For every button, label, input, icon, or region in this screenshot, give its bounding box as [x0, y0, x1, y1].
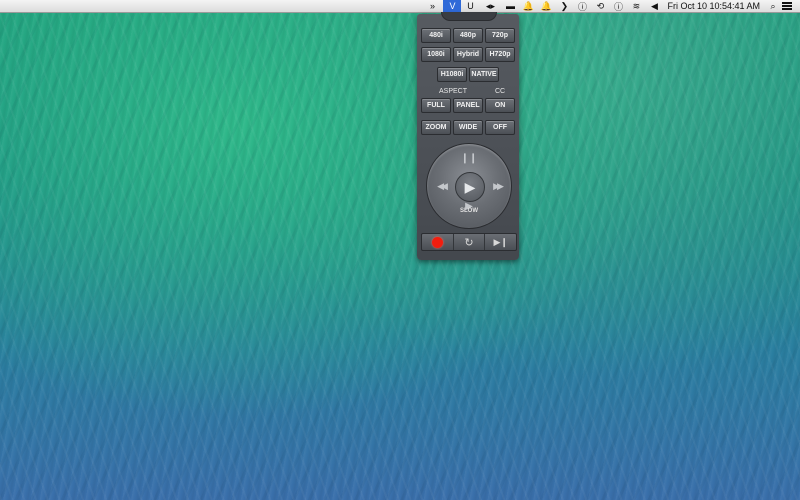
btn-h720p[interactable]: H720p	[485, 47, 515, 62]
btn-cc-off[interactable]: OFF	[485, 120, 515, 135]
panel-notch	[441, 12, 497, 21]
remote-panel: 480i 480p 720p 1080i Hybrid H720p H1080i…	[417, 12, 519, 260]
bottom-toolbar: ↻ ▶❙	[421, 233, 517, 251]
pause-icon[interactable]: ❙❙	[459, 148, 479, 168]
wifi-menu-icon[interactable]: ≋	[627, 0, 645, 12]
play-icon: ▶	[464, 178, 476, 195]
btn-cc-on[interactable]: ON	[485, 98, 515, 113]
forward-menu-icon[interactable]: »	[421, 0, 443, 12]
skip-button[interactable]: ▶❙	[485, 234, 516, 250]
record-button[interactable]	[422, 234, 454, 250]
bell-menu-icon[interactable]: 🔔	[519, 0, 537, 12]
chevron-menu-icon[interactable]: ❯	[555, 0, 573, 12]
desktop-wallpaper	[0, 0, 800, 500]
cc-label: CC	[495, 88, 506, 95]
btn-480i[interactable]: 480i	[421, 28, 451, 43]
btn-zoom[interactable]: ZOOM	[421, 120, 451, 135]
search-icon[interactable]: ⌕	[764, 0, 782, 12]
btn-720p[interactable]: 720p	[485, 28, 515, 43]
play-button[interactable]: ▶	[455, 172, 485, 202]
menu-bar: » V U ◂▸ ▬ 🔔 🔔 ❯ ⓘ ⟲ ⓘ ≋ ◀ Fri Oct 10 10…	[0, 0, 800, 13]
aspect-label: ASPECT	[439, 88, 468, 95]
btn-wide[interactable]: WIDE	[453, 120, 483, 135]
btn-1080i[interactable]: 1080i	[421, 47, 451, 62]
info-menu-icon[interactable]: ⓘ	[573, 0, 591, 12]
resize-menu-icon[interactable]: ◂▸	[479, 0, 501, 12]
skip-icon: ▶❙	[493, 236, 508, 247]
fast-forward-icon[interactable]: ▶▶	[485, 176, 509, 196]
clock[interactable]: Fri Oct 10 10:54:41 AM	[663, 1, 764, 11]
transport-dial: ❙❙ ◀◀ ▶▶ ▶ ▶ SLOW	[426, 143, 512, 229]
notification-center-icon[interactable]	[782, 0, 794, 12]
time-machine-menu-icon[interactable]: ⟲	[591, 0, 609, 12]
btn-480p[interactable]: 480p	[453, 28, 483, 43]
btn-native[interactable]: NATIVE	[469, 67, 499, 82]
btn-full[interactable]: FULL	[421, 98, 451, 113]
replay-icon: ↻	[464, 236, 474, 249]
btn-hybrid[interactable]: Hybrid	[453, 47, 483, 62]
btn-panel[interactable]: PANEL	[453, 98, 483, 113]
notification-menu-icon[interactable]: 🔔	[537, 0, 555, 12]
slow-label: SLOW	[460, 208, 478, 214]
replay-button[interactable]: ↻	[454, 234, 486, 250]
rewind-icon[interactable]: ◀◀	[429, 176, 453, 196]
bluetooth-menu-icon[interactable]: ⓘ	[609, 0, 627, 12]
vidi-remote-menu-icon[interactable]: V	[443, 0, 462, 12]
record-icon	[431, 236, 443, 248]
battery-menu-icon[interactable]: ▬	[501, 0, 519, 12]
btn-h1080i[interactable]: H1080i	[437, 67, 467, 82]
u-menu-icon[interactable]: U	[461, 0, 479, 12]
volume-menu-icon[interactable]: ◀	[645, 0, 663, 12]
